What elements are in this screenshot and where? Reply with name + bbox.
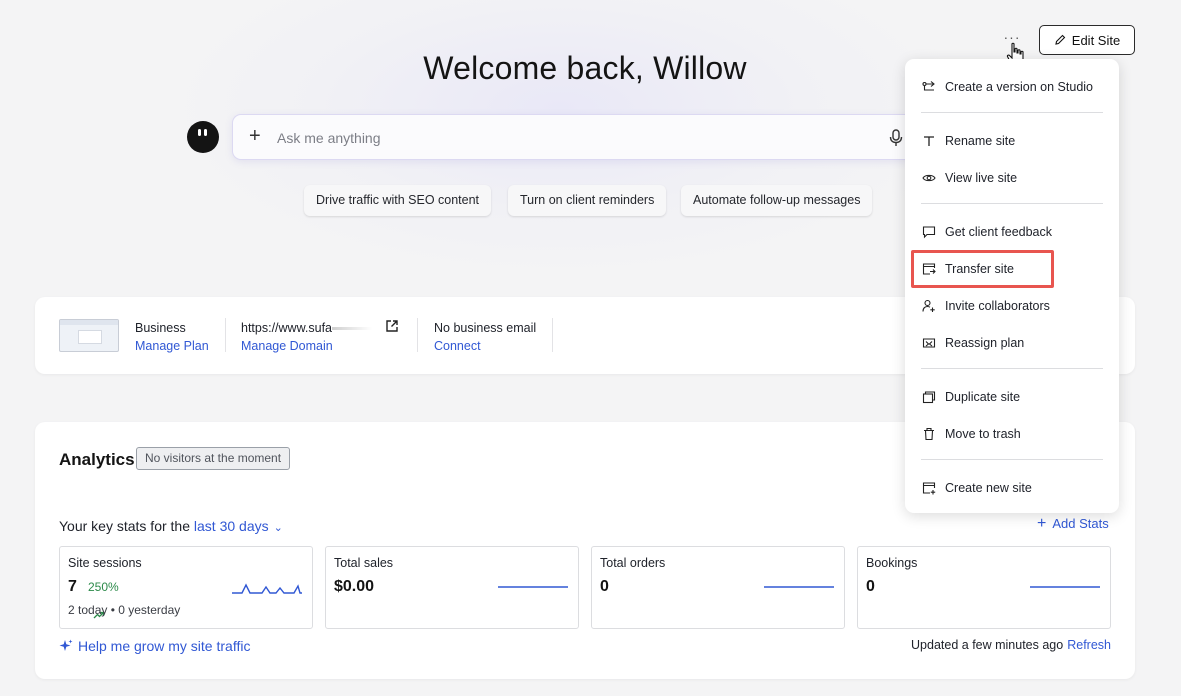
- menu-divider: [921, 112, 1103, 113]
- sparkle-icon: [59, 639, 73, 651]
- sessions-sparkline: [232, 583, 302, 594]
- external-link-icon[interactable]: [385, 319, 399, 333]
- divider: [552, 318, 553, 352]
- bookings-sparkline: [1030, 586, 1100, 588]
- ask-input[interactable]: + Ask me anything: [232, 114, 922, 160]
- menu-item-create-new-site[interactable]: Create new site: [905, 474, 1119, 502]
- ai-assistant-avatar: [187, 121, 219, 153]
- date-range-dropdown[interactable]: last 30 days: [194, 518, 269, 534]
- key-stats-prefix: Your key stats for the: [59, 518, 190, 534]
- stat-title: Site sessions: [68, 556, 142, 570]
- stat-card-sales[interactable]: Total sales $0.00: [325, 546, 579, 629]
- stat-value: 7: [68, 578, 77, 595]
- plan-info: Business Manage Plan: [135, 319, 209, 355]
- plus-icon[interactable]: +: [249, 125, 261, 148]
- refresh-link[interactable]: Refresh: [1067, 638, 1111, 652]
- chip-seo[interactable]: Drive traffic with SEO content: [304, 185, 492, 216]
- menu-item-reassign-plan[interactable]: Reassign plan: [905, 329, 1119, 357]
- duplicate-icon: [922, 391, 936, 404]
- email-label: No business email: [434, 321, 537, 335]
- studio-icon: [922, 81, 935, 91]
- stat-card-bookings[interactable]: Bookings 0: [857, 546, 1111, 629]
- menu-divider: [921, 459, 1103, 460]
- stat-card-orders[interactable]: Total orders 0: [591, 546, 845, 629]
- menu-item-duplicate-site[interactable]: Duplicate site: [905, 383, 1119, 411]
- add-person-icon: [922, 299, 935, 312]
- menu-item-invite-collaborators[interactable]: Invite collaborators: [905, 292, 1119, 320]
- new-site-icon: [922, 482, 936, 495]
- eye-icon: [922, 174, 936, 182]
- menu-item-move-to-trash[interactable]: Move to trash: [905, 420, 1119, 448]
- microphone-icon[interactable]: [888, 129, 904, 147]
- edit-site-label: Edit Site: [1071, 32, 1121, 48]
- site-url: https://www.sufa: [241, 319, 373, 337]
- text-icon: [924, 136, 934, 146]
- stat-change: 250%: [88, 580, 119, 619]
- sales-sparkline: [498, 586, 568, 588]
- menu-divider: [921, 203, 1103, 204]
- visitors-badge: No visitors at the moment: [136, 447, 291, 470]
- manage-domain-link[interactable]: Manage Domain: [241, 337, 372, 355]
- domain-info: https://www.sufa Manage Domain: [241, 319, 373, 355]
- comment-icon: [922, 226, 936, 239]
- connect-email-link[interactable]: Connect: [434, 337, 536, 355]
- orders-sparkline: [764, 586, 834, 588]
- analytics-title: Analytics: [59, 450, 135, 469]
- stat-card-sessions[interactable]: Site sessions 7 250% 2 today • 0 yesterd…: [59, 546, 313, 629]
- chevron-down-icon[interactable]: ⌄: [274, 522, 283, 534]
- stat-value: 0: [866, 578, 875, 595]
- menu-item-create-version-studio[interactable]: Create a version on Studio: [905, 73, 1119, 101]
- chip-reminders[interactable]: Turn on client reminders: [508, 185, 667, 216]
- stat-value: $0.00: [334, 578, 375, 595]
- stat-title: Total sales: [334, 556, 394, 570]
- grow-traffic-link[interactable]: Help me grow my site traffic: [59, 638, 250, 654]
- plus-icon: +: [1037, 515, 1047, 532]
- updated-status: Updated a few minutes ago Refresh: [911, 638, 1111, 652]
- transfer-site-highlight: [911, 250, 1054, 288]
- stat-subtext: 2 today • 0 yesterday: [68, 603, 181, 617]
- site-thumbnail[interactable]: [59, 319, 119, 352]
- key-stats-heading: Your key stats for the last 30 days ⌄: [59, 518, 283, 534]
- stat-title: Bookings: [866, 556, 918, 570]
- divider: [225, 318, 226, 352]
- add-stats-button[interactable]: + Add Stats: [1037, 515, 1109, 533]
- menu-divider: [921, 368, 1103, 369]
- menu-item-get-client-feedback[interactable]: Get client feedback: [905, 218, 1119, 246]
- chip-follow-up[interactable]: Automate follow-up messages: [681, 185, 873, 216]
- menu-item-rename-site[interactable]: Rename site: [905, 127, 1119, 155]
- plan-label: Business: [135, 321, 186, 335]
- ask-placeholder: Ask me anything: [277, 130, 381, 146]
- trash-icon: [924, 427, 934, 441]
- stat-title: Total orders: [600, 556, 666, 570]
- divider: [417, 318, 418, 352]
- manage-plan-link[interactable]: Manage Plan: [135, 337, 209, 355]
- email-info: No business email Connect: [434, 319, 536, 355]
- pencil-icon: [1055, 34, 1066, 45]
- menu-item-view-live-site[interactable]: View live site: [905, 164, 1119, 192]
- reassign-icon: [922, 338, 936, 348]
- stat-value: 0: [600, 578, 609, 595]
